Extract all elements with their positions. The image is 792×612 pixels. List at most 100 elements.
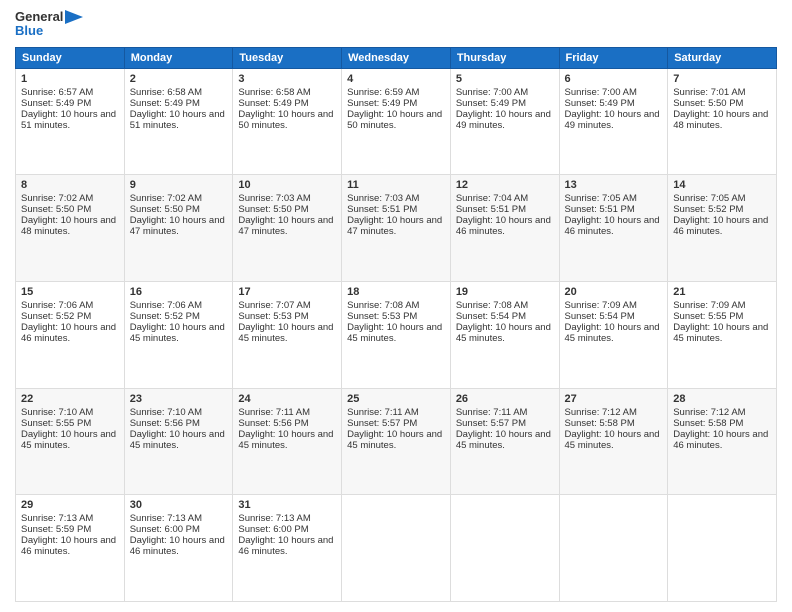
daylight-text: Daylight: 10 hours and 51 minutes. bbox=[130, 109, 225, 131]
calendar-cell: 26Sunrise: 7:11 AMSunset: 5:57 PMDayligh… bbox=[450, 388, 559, 495]
sunset-text: Sunset: 5:57 PM bbox=[456, 418, 526, 429]
calendar-week-3: 15Sunrise: 7:06 AMSunset: 5:52 PMDayligh… bbox=[16, 281, 777, 388]
calendar-cell: 1Sunrise: 6:57 AMSunset: 5:49 PMDaylight… bbox=[16, 68, 125, 175]
sunrise-text: Sunrise: 6:58 AM bbox=[238, 87, 310, 98]
day-number: 12 bbox=[456, 179, 554, 191]
header: General Blue bbox=[15, 10, 777, 39]
daylight-text: Daylight: 10 hours and 45 minutes. bbox=[130, 429, 225, 451]
day-number: 5 bbox=[456, 73, 554, 85]
calendar-cell: 27Sunrise: 7:12 AMSunset: 5:58 PMDayligh… bbox=[559, 388, 668, 495]
calendar-cell: 15Sunrise: 7:06 AMSunset: 5:52 PMDayligh… bbox=[16, 281, 125, 388]
calendar-header-tuesday: Tuesday bbox=[233, 47, 342, 68]
daylight-text: Daylight: 10 hours and 47 minutes. bbox=[130, 215, 225, 237]
calendar-cell: 23Sunrise: 7:10 AMSunset: 5:56 PMDayligh… bbox=[124, 388, 233, 495]
sunrise-text: Sunrise: 6:59 AM bbox=[347, 87, 419, 98]
day-number: 8 bbox=[21, 179, 119, 191]
day-number: 29 bbox=[21, 499, 119, 511]
daylight-text: Daylight: 10 hours and 49 minutes. bbox=[456, 109, 551, 131]
calendar-cell: 25Sunrise: 7:11 AMSunset: 5:57 PMDayligh… bbox=[342, 388, 451, 495]
calendar-cell bbox=[668, 495, 777, 602]
sunset-text: Sunset: 5:50 PM bbox=[673, 98, 743, 109]
day-number: 27 bbox=[565, 393, 663, 405]
sunrise-text: Sunrise: 7:04 AM bbox=[456, 193, 528, 204]
sunrise-text: Sunrise: 7:02 AM bbox=[21, 193, 93, 204]
sunset-text: Sunset: 5:50 PM bbox=[130, 204, 200, 215]
day-number: 26 bbox=[456, 393, 554, 405]
sunrise-text: Sunrise: 7:11 AM bbox=[238, 407, 310, 418]
daylight-text: Daylight: 10 hours and 51 minutes. bbox=[21, 109, 116, 131]
day-number: 10 bbox=[238, 179, 336, 191]
day-number: 2 bbox=[130, 73, 228, 85]
sunrise-text: Sunrise: 7:06 AM bbox=[130, 300, 202, 311]
logo-arrow-icon bbox=[65, 10, 83, 24]
sunset-text: Sunset: 5:52 PM bbox=[21, 311, 91, 322]
sunset-text: Sunset: 5:51 PM bbox=[565, 204, 635, 215]
calendar-cell: 5Sunrise: 7:00 AMSunset: 5:49 PMDaylight… bbox=[450, 68, 559, 175]
calendar-header-wednesday: Wednesday bbox=[342, 47, 451, 68]
sunset-text: Sunset: 6:00 PM bbox=[238, 524, 308, 535]
sunrise-text: Sunrise: 7:13 AM bbox=[238, 513, 310, 524]
sunrise-text: Sunrise: 7:08 AM bbox=[347, 300, 419, 311]
calendar-cell: 31Sunrise: 7:13 AMSunset: 6:00 PMDayligh… bbox=[233, 495, 342, 602]
sunrise-text: Sunrise: 6:57 AM bbox=[21, 87, 93, 98]
calendar-week-2: 8Sunrise: 7:02 AMSunset: 5:50 PMDaylight… bbox=[16, 175, 777, 282]
sunrise-text: Sunrise: 7:09 AM bbox=[673, 300, 745, 311]
calendar-cell: 30Sunrise: 7:13 AMSunset: 6:00 PMDayligh… bbox=[124, 495, 233, 602]
daylight-text: Daylight: 10 hours and 49 minutes. bbox=[565, 109, 660, 131]
sunset-text: Sunset: 5:58 PM bbox=[565, 418, 635, 429]
day-number: 25 bbox=[347, 393, 445, 405]
sunrise-text: Sunrise: 7:01 AM bbox=[673, 87, 745, 98]
daylight-text: Daylight: 10 hours and 45 minutes. bbox=[130, 322, 225, 344]
daylight-text: Daylight: 10 hours and 45 minutes. bbox=[21, 429, 116, 451]
calendar-cell: 20Sunrise: 7:09 AMSunset: 5:54 PMDayligh… bbox=[559, 281, 668, 388]
sunrise-text: Sunrise: 7:11 AM bbox=[347, 407, 419, 418]
sunset-text: Sunset: 5:58 PM bbox=[673, 418, 743, 429]
calendar-header-sunday: Sunday bbox=[16, 47, 125, 68]
day-number: 13 bbox=[565, 179, 663, 191]
calendar-cell: 29Sunrise: 7:13 AMSunset: 5:59 PMDayligh… bbox=[16, 495, 125, 602]
day-number: 20 bbox=[565, 286, 663, 298]
calendar-week-5: 29Sunrise: 7:13 AMSunset: 5:59 PMDayligh… bbox=[16, 495, 777, 602]
logo: General Blue bbox=[15, 10, 83, 39]
daylight-text: Daylight: 10 hours and 50 minutes. bbox=[347, 109, 442, 131]
calendar-cell: 11Sunrise: 7:03 AMSunset: 5:51 PMDayligh… bbox=[342, 175, 451, 282]
sunrise-text: Sunrise: 7:06 AM bbox=[21, 300, 93, 311]
daylight-text: Daylight: 10 hours and 46 minutes. bbox=[456, 215, 551, 237]
sunrise-text: Sunrise: 7:08 AM bbox=[456, 300, 528, 311]
sunset-text: Sunset: 5:57 PM bbox=[347, 418, 417, 429]
calendar-cell: 14Sunrise: 7:05 AMSunset: 5:52 PMDayligh… bbox=[668, 175, 777, 282]
sunrise-text: Sunrise: 7:03 AM bbox=[347, 193, 419, 204]
calendar-cell bbox=[342, 495, 451, 602]
calendar-table: SundayMondayTuesdayWednesdayThursdayFrid… bbox=[15, 47, 777, 602]
sunrise-text: Sunrise: 7:07 AM bbox=[238, 300, 310, 311]
calendar-cell: 4Sunrise: 6:59 AMSunset: 5:49 PMDaylight… bbox=[342, 68, 451, 175]
calendar-cell: 17Sunrise: 7:07 AMSunset: 5:53 PMDayligh… bbox=[233, 281, 342, 388]
day-number: 1 bbox=[21, 73, 119, 85]
daylight-text: Daylight: 10 hours and 47 minutes. bbox=[238, 215, 333, 237]
sunset-text: Sunset: 5:53 PM bbox=[347, 311, 417, 322]
day-number: 14 bbox=[673, 179, 771, 191]
page: General Blue SundayMondayTuesdayWednesda… bbox=[0, 0, 792, 612]
day-number: 17 bbox=[238, 286, 336, 298]
daylight-text: Daylight: 10 hours and 47 minutes. bbox=[347, 215, 442, 237]
sunset-text: Sunset: 5:49 PM bbox=[456, 98, 526, 109]
sunset-text: Sunset: 5:50 PM bbox=[21, 204, 91, 215]
sunset-text: Sunset: 5:52 PM bbox=[130, 311, 200, 322]
sunset-text: Sunset: 5:52 PM bbox=[673, 204, 743, 215]
day-number: 30 bbox=[130, 499, 228, 511]
day-number: 24 bbox=[238, 393, 336, 405]
sunset-text: Sunset: 5:51 PM bbox=[456, 204, 526, 215]
day-number: 18 bbox=[347, 286, 445, 298]
sunrise-text: Sunrise: 7:05 AM bbox=[565, 193, 637, 204]
sunset-text: Sunset: 5:59 PM bbox=[21, 524, 91, 535]
sunset-text: Sunset: 5:54 PM bbox=[565, 311, 635, 322]
calendar-cell: 6Sunrise: 7:00 AMSunset: 5:49 PMDaylight… bbox=[559, 68, 668, 175]
sunset-text: Sunset: 6:00 PM bbox=[130, 524, 200, 535]
daylight-text: Daylight: 10 hours and 45 minutes. bbox=[238, 429, 333, 451]
day-number: 15 bbox=[21, 286, 119, 298]
calendar-cell: 18Sunrise: 7:08 AMSunset: 5:53 PMDayligh… bbox=[342, 281, 451, 388]
daylight-text: Daylight: 10 hours and 46 minutes. bbox=[673, 429, 768, 451]
daylight-text: Daylight: 10 hours and 48 minutes. bbox=[21, 215, 116, 237]
calendar-cell: 21Sunrise: 7:09 AMSunset: 5:55 PMDayligh… bbox=[668, 281, 777, 388]
sunrise-text: Sunrise: 7:13 AM bbox=[130, 513, 202, 524]
